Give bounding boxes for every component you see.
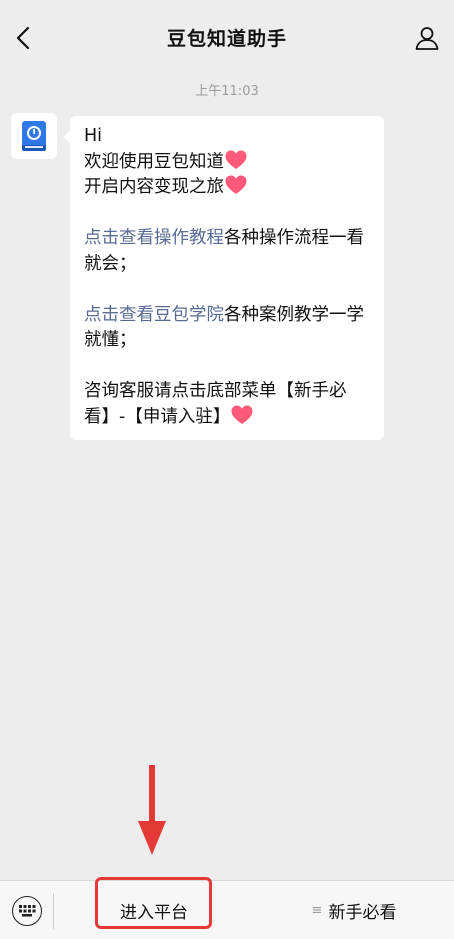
- annotation-arrow-icon: [138, 765, 166, 855]
- message-welcome: 欢迎使用豆包知道: [84, 151, 224, 172]
- service-text: 咨询客服请点击底部菜单【新手必看】-【申请入驻】: [84, 381, 347, 427]
- academy-paragraph: 点击查看豆包学院各种案例教学一学就懂；: [84, 303, 374, 354]
- menu-list-icon: ≡: [311, 902, 323, 918]
- message-bubble: Hi 欢迎使用豆包知道 开启内容变现之旅 点击查看操作教程各种操作流程一看就会；…: [63, 116, 384, 440]
- avatar[interactable]: [11, 113, 57, 159]
- profile-button[interactable]: [412, 23, 442, 53]
- academy-link[interactable]: 点击查看豆包学院: [84, 305, 224, 325]
- chat-header: 豆包知道助手: [0, 0, 454, 76]
- message-timestamp: 上午11:03: [195, 84, 259, 99]
- message-greeting: Hi: [84, 126, 103, 146]
- menu-bar: 进入平台 ≡ 新手必看: [0, 880, 454, 939]
- tutorial-link[interactable]: 点击查看操作教程: [84, 228, 224, 248]
- service-paragraph: 咨询客服请点击底部菜单【新手必看】-【申请入驻】: [84, 379, 374, 430]
- keyboard-toggle-button[interactable]: [12, 896, 42, 926]
- annotation-highlight-box: [95, 877, 212, 929]
- book-clock-icon: [22, 121, 46, 151]
- message-welcome-line: 欢迎使用豆包知道: [84, 150, 374, 176]
- message-journey-line: 开启内容变现之旅: [84, 175, 374, 201]
- menu-newbie-guide[interactable]: ≡ 新手必看: [254, 881, 454, 939]
- heart-icon: [231, 405, 253, 424]
- heart-icon: [225, 150, 247, 169]
- menu-newbie-guide-label: 新手必看: [328, 902, 397, 923]
- person-icon: [415, 27, 439, 50]
- keyboard-icon: [19, 905, 36, 917]
- tutorial-paragraph: 点击查看操作教程各种操作流程一看就会；: [84, 226, 374, 277]
- message-journey: 开启内容变现之旅: [84, 177, 224, 197]
- page-title: 豆包知道助手: [166, 28, 287, 50]
- heart-icon: [225, 175, 247, 194]
